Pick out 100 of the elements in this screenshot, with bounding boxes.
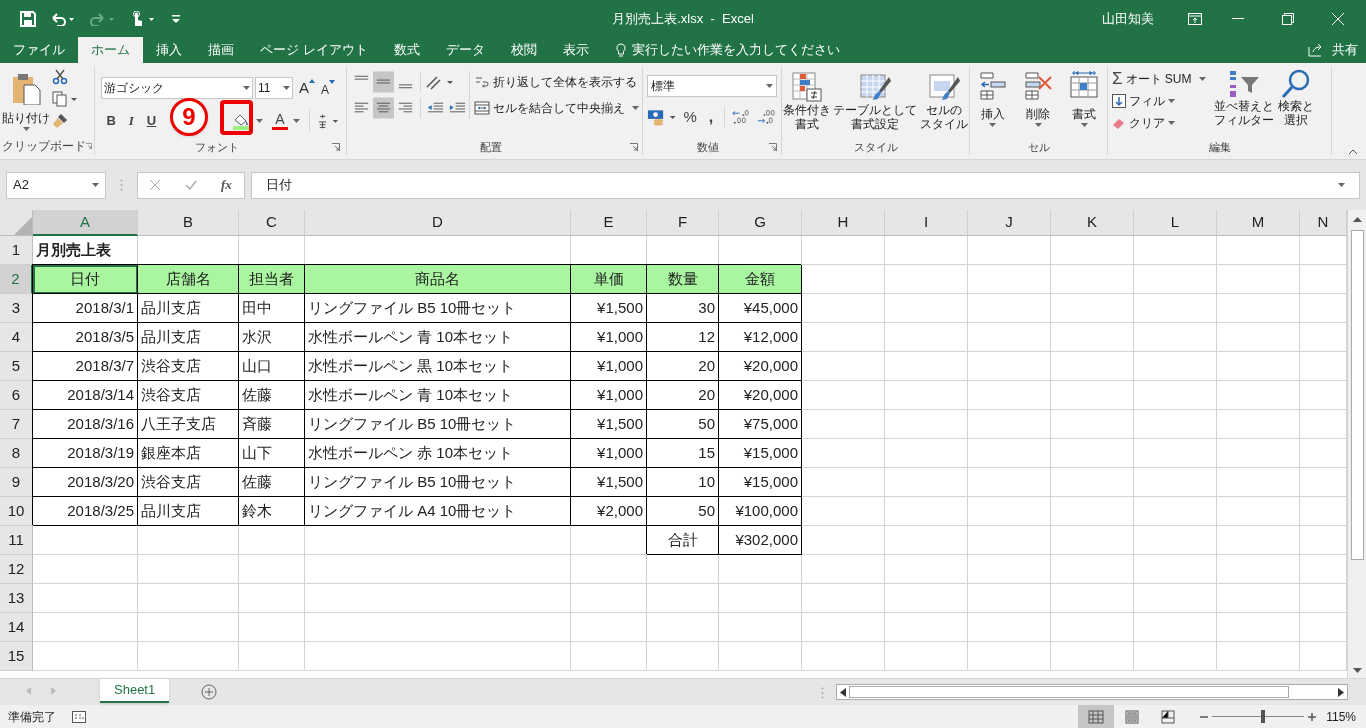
format-cells-button[interactable]: 書式 — [1070, 71, 1099, 127]
close-icon[interactable] — [1332, 12, 1344, 25]
row-header[interactable]: 7 — [0, 410, 33, 439]
clear-button[interactable]: クリア — [1112, 113, 1210, 133]
undo-icon[interactable] — [50, 11, 76, 26]
row-header[interactable]: 12 — [0, 555, 33, 584]
dialog-launcher-icon[interactable] — [769, 142, 777, 151]
row-header[interactable]: 15 — [0, 642, 33, 671]
find-select-button[interactable]: 検索と 選択 — [1278, 69, 1314, 133]
format-painter-icon[interactable] — [52, 113, 68, 129]
row-header[interactable]: 13 — [0, 584, 33, 613]
formula-field[interactable]: 日付 — [251, 171, 1360, 199]
macro-record-icon[interactable] — [72, 710, 86, 723]
row-header[interactable]: 6 — [0, 381, 33, 410]
zoom-level[interactable]: 115% — [1326, 707, 1356, 726]
dialog-launcher-icon[interactable] — [86, 142, 92, 150]
delete-cells-button[interactable]: 削除 — [1024, 71, 1053, 127]
row-header[interactable]: 5 — [0, 352, 33, 381]
ribbon-tab[interactable]: ホーム — [78, 37, 143, 63]
column-header[interactable]: J — [968, 210, 1051, 236]
ribbon-tab[interactable]: データ — [432, 37, 498, 63]
copy-icon[interactable] — [52, 91, 78, 107]
collapse-ribbon-icon[interactable] — [1348, 149, 1358, 155]
sheet-tab[interactable]: Sheet1 — [100, 679, 170, 703]
column-header[interactable]: D — [305, 210, 571, 236]
merge-center-button[interactable]: セルを結合して中央揃え — [474, 97, 639, 119]
insert-function-button[interactable]: fx — [220, 175, 232, 195]
horizontal-scrollbar[interactable] — [836, 684, 1348, 700]
phonetic-icon[interactable] — [318, 112, 340, 129]
column-header[interactable]: M — [1217, 210, 1300, 236]
scroll-right-icon[interactable] — [1338, 687, 1344, 697]
percent-style-button[interactable]: % — [683, 105, 697, 129]
column-header[interactable]: L — [1134, 210, 1217, 236]
column-header[interactable]: N — [1300, 210, 1347, 236]
plus-icon[interactable] — [1308, 712, 1317, 721]
column-header[interactable]: G — [719, 210, 802, 236]
column-header[interactable]: K — [1051, 210, 1134, 236]
tell-me-field[interactable]: 実行したい作業を入力してください — [615, 37, 840, 63]
column-header[interactable]: I — [885, 210, 968, 236]
ribbon-tab[interactable]: 描画 — [195, 37, 247, 63]
ribbon-tab[interactable]: ファイル — [0, 37, 78, 63]
row-header[interactable]: 9 — [0, 468, 33, 497]
save-icon[interactable] — [20, 10, 36, 27]
column-header[interactable]: H — [802, 210, 885, 236]
font-size-dropdown[interactable]: 11 — [255, 77, 293, 100]
font-color-button[interactable]: A — [268, 107, 292, 134]
ribbon-tab[interactable]: 校閲 — [497, 37, 550, 63]
column-header[interactable]: B — [138, 210, 239, 236]
row-header[interactable]: 4 — [0, 323, 33, 352]
row-header[interactable]: 11 — [0, 526, 33, 555]
scroll-thumb[interactable] — [1350, 230, 1364, 560]
row-header[interactable]: 14 — [0, 613, 33, 642]
restore-icon[interactable] — [1282, 12, 1294, 25]
grow-font-button[interactable]: A — [299, 77, 315, 100]
ribbon-tab[interactable]: 挿入 — [143, 37, 195, 63]
italic-button[interactable]: I — [121, 110, 142, 131]
ribbon-tab[interactable]: ページ レイアウト — [247, 37, 381, 63]
grip-icon[interactable] — [120, 179, 123, 191]
comma-style-button[interactable]: , — [708, 105, 719, 129]
scroll-thumb[interactable] — [849, 686, 1289, 698]
format-as-table-button[interactable]: テーブルとして 書式設定 — [833, 71, 918, 131]
bold-button[interactable]: B — [101, 110, 122, 131]
vertical-scrollbar[interactable] — [1347, 210, 1366, 678]
orientation-icon[interactable] — [425, 73, 455, 91]
cancel-icon[interactable] — [150, 180, 161, 190]
ribbon-tab[interactable]: 数式 — [380, 37, 433, 63]
ribbon-display-icon[interactable] — [1188, 12, 1202, 25]
dialog-launcher-icon[interactable] — [332, 142, 340, 151]
name-box[interactable]: A2 — [6, 171, 106, 199]
paste-button[interactable]: 貼り付け — [0, 67, 52, 137]
zoom-thumb[interactable] — [1260, 710, 1265, 723]
currency-icon[interactable] — [647, 108, 678, 126]
fill-button[interactable]: フィル — [1112, 91, 1210, 111]
wrap-text-button[interactable]: 折り返して全体を表示する — [474, 71, 639, 93]
redo-icon[interactable] — [90, 11, 116, 26]
insert-cells-button[interactable]: 挿入 — [978, 71, 1007, 127]
minimize-icon[interactable] — [1232, 17, 1244, 20]
share-button[interactable]: 共有 — [1308, 37, 1366, 63]
column-header[interactable]: C — [239, 210, 305, 236]
row-header[interactable]: 3 — [0, 294, 33, 323]
grip-icon[interactable] — [821, 687, 824, 699]
zoom-slider[interactable] — [1200, 708, 1317, 725]
customize-icon[interactable] — [172, 13, 180, 24]
column-header[interactable]: A — [33, 210, 138, 236]
scroll-up-icon[interactable] — [1352, 216, 1362, 222]
number-format-dropdown[interactable]: 標準 — [647, 75, 777, 97]
conditional-format-button[interactable]: 条件付き 書式 — [783, 71, 832, 131]
sort-filter-button[interactable]: 並べ替えと フィルター — [1214, 69, 1274, 133]
align-center-icon[interactable] — [373, 97, 394, 119]
decrease-decimal-icon[interactable] — [756, 108, 777, 126]
scroll-down-icon[interactable] — [1352, 668, 1362, 674]
font-name-dropdown[interactable]: 游ゴシック — [101, 77, 253, 100]
cell-styles-button[interactable]: セルの スタイル — [919, 71, 968, 131]
underline-button[interactable]: U — [141, 110, 162, 131]
cut-icon[interactable] — [52, 69, 68, 85]
shrink-font-button[interactable]: A — [321, 77, 336, 99]
row-header[interactable]: 1 — [0, 236, 33, 265]
ribbon-tab[interactable]: 表示 — [549, 37, 602, 63]
row-header[interactable]: 10 — [0, 497, 33, 526]
row-header[interactable]: 8 — [0, 439, 33, 468]
